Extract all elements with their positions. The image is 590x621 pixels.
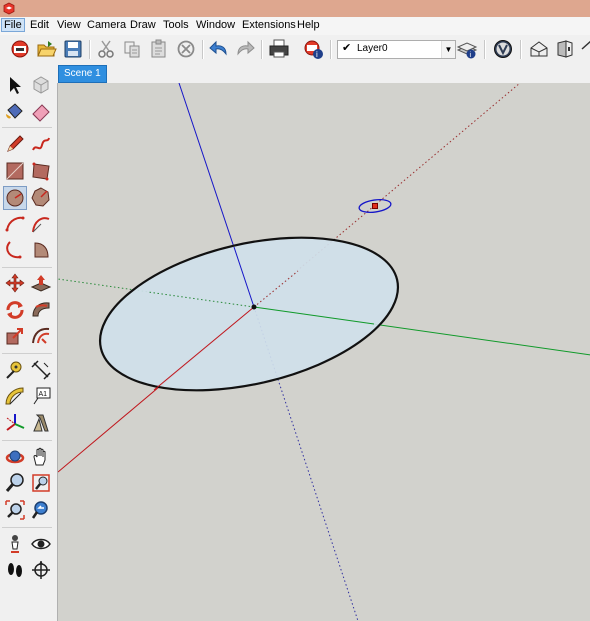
pencil-icon[interactable] bbox=[4, 133, 26, 155]
pie-icon[interactable] bbox=[30, 239, 52, 261]
3d-text-icon[interactable] bbox=[30, 412, 52, 434]
front-view-icon[interactable] bbox=[554, 38, 576, 60]
menu-view[interactable]: View bbox=[57, 19, 81, 31]
select-icon[interactable] bbox=[4, 74, 26, 96]
eraser-icon[interactable] bbox=[30, 100, 52, 122]
svg-text:i: i bbox=[316, 50, 318, 59]
zoom-window-icon[interactable] bbox=[30, 472, 52, 494]
new-model-icon[interactable] bbox=[9, 38, 31, 60]
menu-bar: File Edit View Camera Draw Tools Window … bbox=[0, 17, 590, 36]
walk-icon[interactable] bbox=[4, 559, 26, 581]
zoom-extents-icon[interactable] bbox=[4, 499, 26, 521]
rotated-rectangle-icon[interactable] bbox=[30, 160, 52, 182]
paste-icon[interactable] bbox=[148, 38, 170, 60]
protractor-icon[interactable] bbox=[4, 385, 26, 407]
modeling-viewport[interactable] bbox=[57, 83, 590, 621]
move-icon[interactable] bbox=[4, 272, 26, 294]
origin-point bbox=[251, 304, 257, 310]
undo-icon[interactable] bbox=[208, 38, 230, 60]
text-icon[interactable]: A1 bbox=[30, 385, 52, 407]
rotate-icon[interactable] bbox=[4, 299, 26, 321]
section-plane-icon[interactable] bbox=[30, 559, 52, 581]
chevron-down-icon[interactable]: ▼ bbox=[441, 41, 455, 58]
look-around-icon[interactable] bbox=[30, 533, 52, 555]
follow-me-icon[interactable] bbox=[30, 299, 52, 321]
menu-help[interactable]: Help bbox=[297, 19, 320, 31]
menu-edit[interactable]: Edit bbox=[30, 19, 49, 31]
menu-window[interactable]: Window bbox=[196, 19, 235, 31]
scene-tab-bar: Scene 1 bbox=[57, 63, 590, 83]
paint-bucket-icon[interactable] bbox=[4, 100, 26, 122]
layer-select[interactable]: ✔ Layer0 ▼ bbox=[337, 40, 456, 59]
cursor-inference-point bbox=[372, 203, 378, 209]
push-pull-icon[interactable] bbox=[30, 272, 52, 294]
svg-text:A1: A1 bbox=[39, 391, 48, 398]
menu-camera[interactable]: Camera bbox=[87, 19, 126, 31]
erase-icon[interactable] bbox=[175, 38, 197, 60]
title-bar bbox=[0, 0, 590, 17]
previous-view-icon[interactable] bbox=[30, 499, 52, 521]
tape-measure-icon[interactable] bbox=[4, 359, 26, 381]
orbit-icon[interactable] bbox=[4, 446, 26, 468]
scene-tab[interactable]: Scene 1 bbox=[58, 65, 107, 83]
circle-icon[interactable] bbox=[3, 186, 27, 210]
menu-file[interactable]: File bbox=[1, 18, 25, 32]
layer-name: Layer0 bbox=[357, 43, 388, 54]
check-icon: ✔ bbox=[342, 42, 352, 54]
scale-icon[interactable] bbox=[4, 325, 26, 347]
save-icon[interactable] bbox=[62, 38, 84, 60]
view-extension-icon[interactable] bbox=[492, 38, 514, 60]
arc-icon[interactable] bbox=[4, 213, 26, 235]
component-icon[interactable] bbox=[30, 74, 52, 96]
redo-icon[interactable] bbox=[234, 38, 256, 60]
menu-draw[interactable]: Draw bbox=[130, 19, 156, 31]
freehand-icon[interactable] bbox=[30, 133, 52, 155]
main-toolbar: i ✔ Layer0 ▼ i bbox=[0, 35, 590, 63]
menu-extensions[interactable]: Extensions bbox=[242, 19, 296, 31]
circle-face[interactable] bbox=[85, 212, 413, 417]
iso-view-icon[interactable] bbox=[528, 38, 550, 60]
menu-tools[interactable]: Tools bbox=[163, 19, 189, 31]
layer-manager-icon[interactable]: i bbox=[456, 38, 478, 60]
copy-icon[interactable] bbox=[121, 38, 143, 60]
sketchup-logo-icon bbox=[3, 2, 15, 15]
rectangle-icon[interactable] bbox=[4, 160, 26, 182]
home-view-icon[interactable] bbox=[580, 38, 590, 60]
dimension-icon[interactable] bbox=[30, 359, 52, 381]
open-icon[interactable] bbox=[36, 38, 58, 60]
pan-icon[interactable] bbox=[30, 446, 52, 468]
print-icon[interactable] bbox=[268, 38, 290, 60]
cut-icon[interactable] bbox=[95, 38, 117, 60]
model-info-icon[interactable]: i bbox=[302, 38, 324, 60]
zoom-icon[interactable] bbox=[4, 472, 26, 494]
offset-icon[interactable] bbox=[30, 325, 52, 347]
two-point-arc-icon[interactable] bbox=[30, 213, 52, 235]
position-camera-icon[interactable] bbox=[4, 533, 26, 555]
polygon-icon[interactable] bbox=[30, 186, 52, 208]
axes-icon[interactable] bbox=[4, 412, 26, 434]
three-point-arc-icon[interactable] bbox=[4, 239, 26, 261]
left-toolbar: A1 bbox=[0, 63, 58, 621]
